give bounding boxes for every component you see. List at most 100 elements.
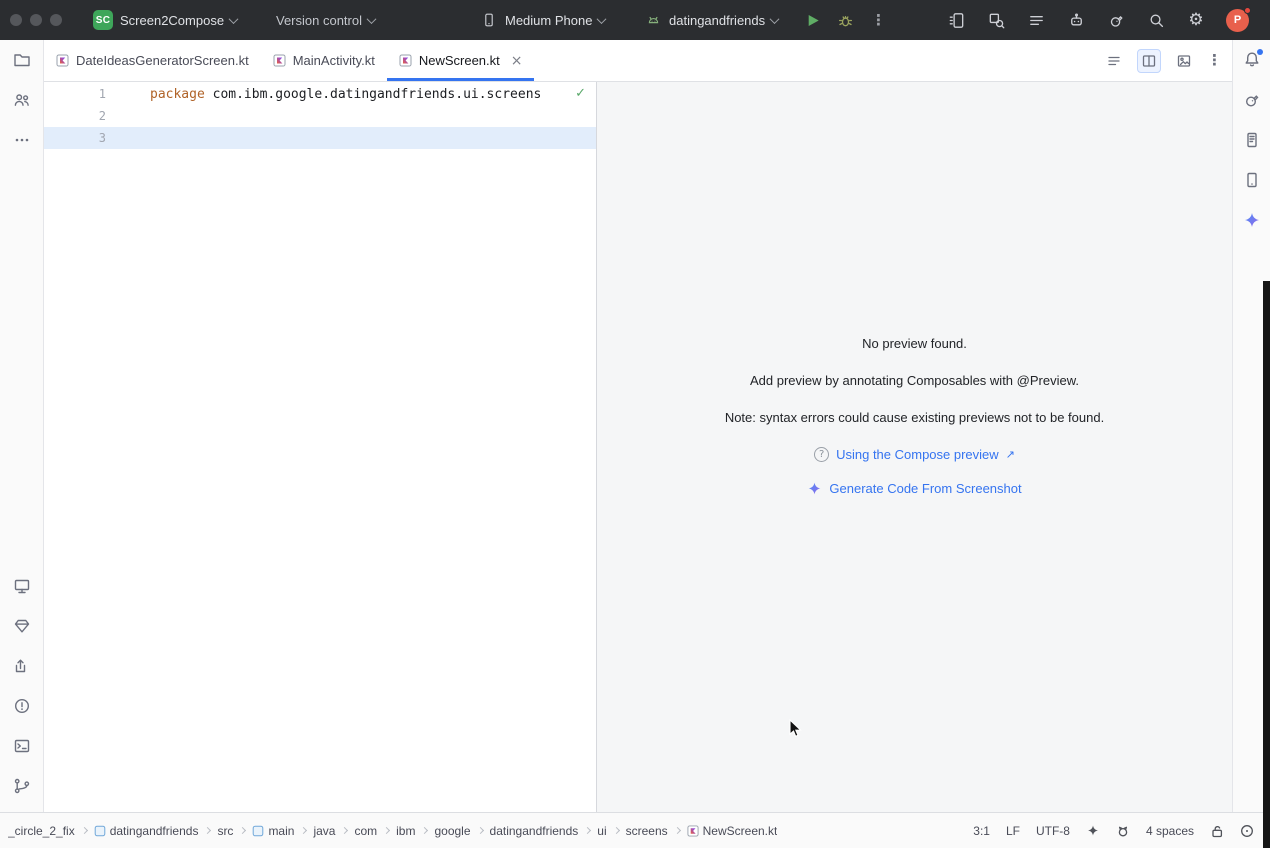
git-branch-icon[interactable] — [8, 772, 36, 800]
kotlin-file-icon — [687, 825, 699, 837]
code-line: 1 package com.ibm.google.datingandfriend… — [44, 83, 596, 105]
inspections-widget-icon[interactable] — [1240, 824, 1254, 838]
generate-code-link[interactable]: Generate Code From Screenshot — [807, 481, 1021, 496]
version-control-menu[interactable]: Version control — [276, 0, 375, 40]
breadcrumb-item[interactable]: google — [434, 824, 470, 838]
chevron-right-icon — [476, 827, 483, 834]
code-editor[interactable]: 1 package com.ibm.google.datingandfriend… — [44, 82, 596, 812]
kebab-icon: ⋮ — [871, 13, 886, 28]
run-button[interactable] — [803, 0, 822, 40]
chevron-right-icon — [239, 827, 246, 834]
users-icon[interactable] — [8, 86, 36, 114]
caret-position-widget[interactable]: 3:1 — [973, 824, 990, 838]
tab-mainactivity[interactable]: MainActivity.kt — [261, 40, 387, 81]
close-window-button[interactable] — [10, 14, 22, 26]
indent-widget[interactable]: 4 spaces — [1146, 824, 1194, 838]
left-tool-stripe — [0, 40, 44, 812]
status-widget-icon[interactable] — [1116, 824, 1130, 838]
chevron-right-icon — [383, 827, 390, 834]
folder-icon[interactable] — [8, 46, 36, 74]
ai-assistant-icon[interactable] — [1066, 10, 1086, 30]
project-selector[interactable]: Screen2Compose — [120, 0, 237, 40]
minimize-window-button[interactable] — [30, 14, 42, 26]
breadcrumb-item[interactable]: _circle_2_fix — [8, 824, 75, 838]
breadcrumb-label: google — [434, 824, 470, 838]
running-devices-icon[interactable] — [946, 10, 966, 30]
run-config-label: datingandfriends — [669, 13, 765, 28]
terminal-icon[interactable] — [8, 732, 36, 760]
close-tab-icon[interactable]: × — [511, 54, 523, 68]
split-mode-icon[interactable] — [1137, 49, 1161, 73]
editor-view-modes: ⋮ — [1102, 40, 1232, 81]
breadcrumb-label: datingandfriends — [110, 824, 199, 838]
gem-icon[interactable] — [8, 612, 36, 640]
breadcrumb-item[interactable]: main — [252, 824, 294, 838]
titlebar-tool-icons: ⚙ P — [946, 0, 1249, 40]
breadcrumb-item[interactable]: screens — [626, 824, 668, 838]
tab-newscreen[interactable]: NewScreen.kt × — [387, 40, 535, 81]
device-explorer-icon[interactable] — [1238, 126, 1266, 154]
inspection-ok-icon[interactable]: ✓ — [575, 87, 586, 100]
run-config-selector[interactable]: datingandfriends — [643, 0, 778, 40]
device-manager-icon[interactable] — [1238, 166, 1266, 194]
display-icon[interactable] — [8, 572, 36, 600]
editor-more-options-icon[interactable]: ⋮ — [1207, 53, 1222, 68]
question-glyph: ? — [819, 450, 824, 460]
breadcrumb-item[interactable]: datingandfriends — [94, 824, 199, 838]
generate-link-text[interactable]: Generate Code From Screenshot — [829, 481, 1021, 496]
preview-messages: No preview found. Add preview by annotat… — [597, 82, 1232, 515]
code-line-caret: 3 — [44, 127, 596, 149]
breadcrumb-item[interactable]: src — [217, 824, 233, 838]
syntax-note-message: Note: syntax errors could cause existing… — [725, 410, 1104, 425]
logcat-icon[interactable] — [1026, 10, 1046, 30]
debug-button[interactable] — [836, 0, 855, 40]
add-preview-message: Add preview by annotating Composables wi… — [750, 373, 1079, 388]
play-icon — [803, 11, 822, 30]
encoding-widget[interactable]: UTF-8 — [1036, 824, 1070, 838]
external-link-icon: ↗ — [1006, 449, 1015, 460]
kotlin-file-icon — [399, 54, 412, 67]
breadcrumb-label: ibm — [396, 824, 415, 838]
sparkle-icon[interactable] — [1086, 824, 1100, 838]
editor-split: 1 package com.ibm.google.datingandfriend… — [44, 82, 1232, 812]
notifications-bell-icon[interactable] — [1238, 46, 1266, 74]
notification-dot — [1244, 7, 1251, 14]
kotlin-file-icon — [273, 54, 286, 67]
app-inspection-icon[interactable] — [986, 10, 1006, 30]
line-separator-widget[interactable]: LF — [1006, 824, 1020, 838]
no-preview-message: No preview found. — [862, 336, 967, 351]
breadcrumb-item[interactable]: java — [313, 824, 335, 838]
chevron-down-icon — [597, 14, 607, 24]
tab-dateideasgeneratorscreen[interactable]: DateIdeasGeneratorScreen.kt — [44, 40, 261, 81]
breadcrumb-item[interactable]: datingandfriends — [490, 824, 579, 838]
breadcrumb-item[interactable]: ibm — [396, 824, 415, 838]
breadcrumb-item[interactable]: ui — [597, 824, 606, 838]
compose-preview-help-link[interactable]: ? Using the Compose preview ↗ — [814, 447, 1015, 462]
more-actions-button[interactable]: ⋮ — [871, 0, 886, 40]
breadcrumb-item[interactable]: NewScreen.kt — [687, 824, 778, 838]
gemini-icon[interactable] — [1238, 206, 1266, 234]
breadcrumb-label: com — [354, 824, 377, 838]
zoom-window-button[interactable] — [50, 14, 62, 26]
problems-icon[interactable] — [8, 692, 36, 720]
keyword-token: package — [150, 87, 205, 102]
breadcrumb-label: java — [313, 824, 335, 838]
breadcrumb-item[interactable]: com — [354, 824, 377, 838]
box-arrow-icon[interactable] — [8, 652, 36, 680]
lock-icon[interactable] — [1210, 824, 1224, 838]
help-link-text[interactable]: Using the Compose preview — [836, 447, 999, 462]
more-tool-windows-icon[interactable] — [8, 126, 36, 154]
line-number: 2 — [44, 109, 106, 123]
code-mode-icon[interactable] — [1102, 49, 1126, 73]
gradle-sync-icon[interactable] — [1106, 10, 1126, 30]
line-number: 3 — [44, 131, 106, 145]
module-icon — [252, 825, 264, 837]
search-icon[interactable] — [1146, 10, 1166, 30]
design-mode-icon[interactable] — [1172, 49, 1196, 73]
device-selector[interactable]: Medium Phone — [479, 0, 605, 40]
version-control-label: Version control — [276, 13, 362, 28]
settings-icon[interactable]: ⚙ — [1186, 10, 1206, 30]
avatar[interactable]: P — [1226, 9, 1249, 32]
statusbar: _circle_2_fix datingandfriends src main … — [0, 812, 1270, 848]
gradle-icon[interactable] — [1238, 86, 1266, 114]
